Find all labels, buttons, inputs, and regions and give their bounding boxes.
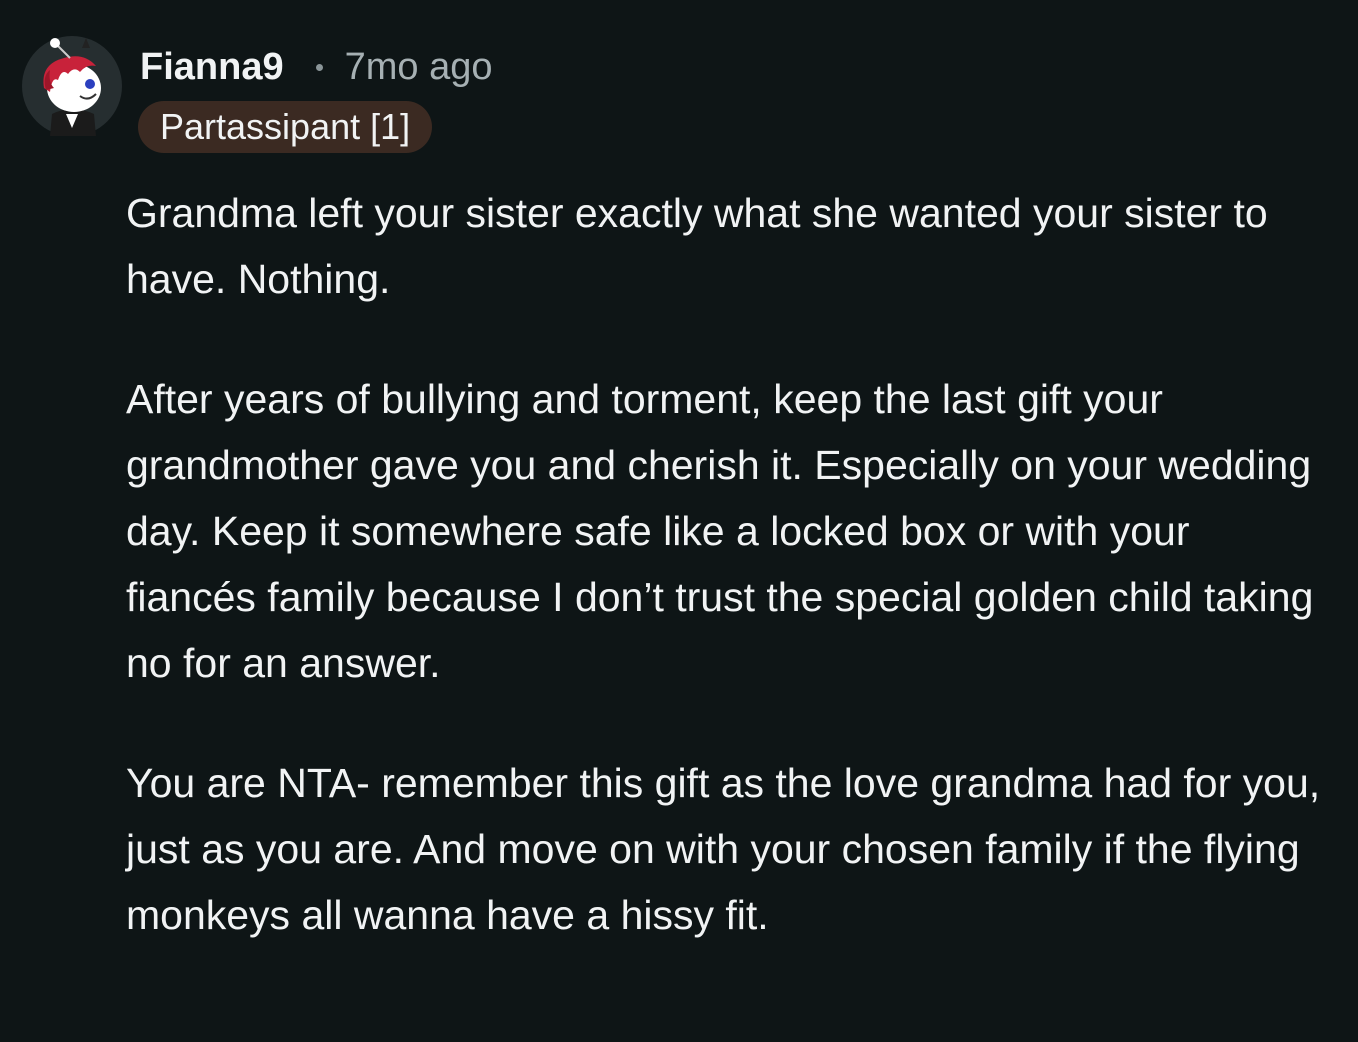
comment: Fianna9 7mo ago Partassipant [1] Grandma… xyxy=(0,0,1358,1042)
comment-paragraph: You are NTA- remember this gift as the l… xyxy=(126,760,1321,938)
comment-header: Fianna9 7mo ago xyxy=(140,42,493,92)
avatar-icon[interactable] xyxy=(22,36,122,136)
comment-paragraph: Grandma left your sister exactly what sh… xyxy=(126,190,1268,302)
separator-dot xyxy=(315,63,323,71)
comment-paragraph: After years of bullying and torment, kee… xyxy=(126,376,1314,686)
comment-body: Grandma left your sister exactly what sh… xyxy=(126,180,1326,948)
timestamp[interactable]: 7mo ago xyxy=(345,46,493,89)
user-flair-badge[interactable]: Partassipant [1] xyxy=(138,101,433,153)
username-link[interactable]: Fianna9 xyxy=(140,46,284,89)
